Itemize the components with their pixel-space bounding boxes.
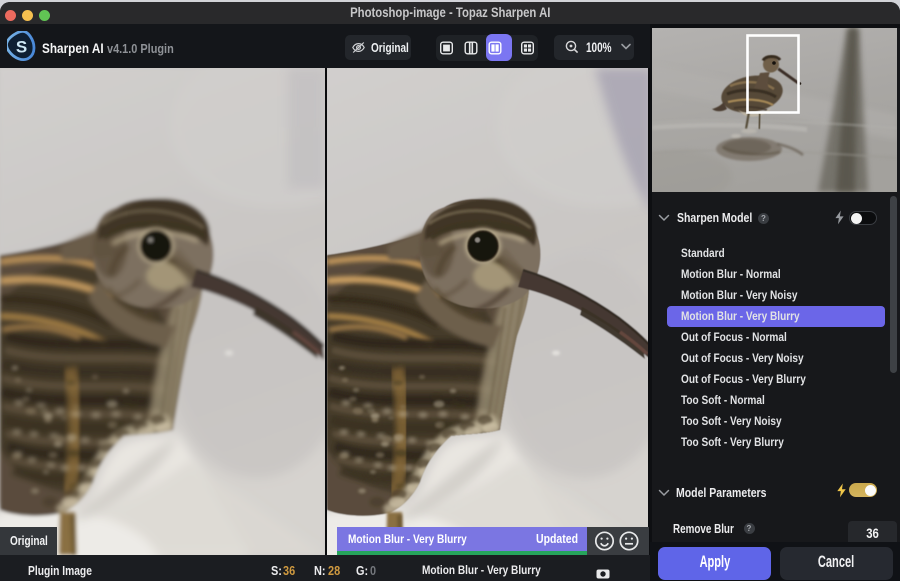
svg-text:S: S (16, 38, 27, 57)
